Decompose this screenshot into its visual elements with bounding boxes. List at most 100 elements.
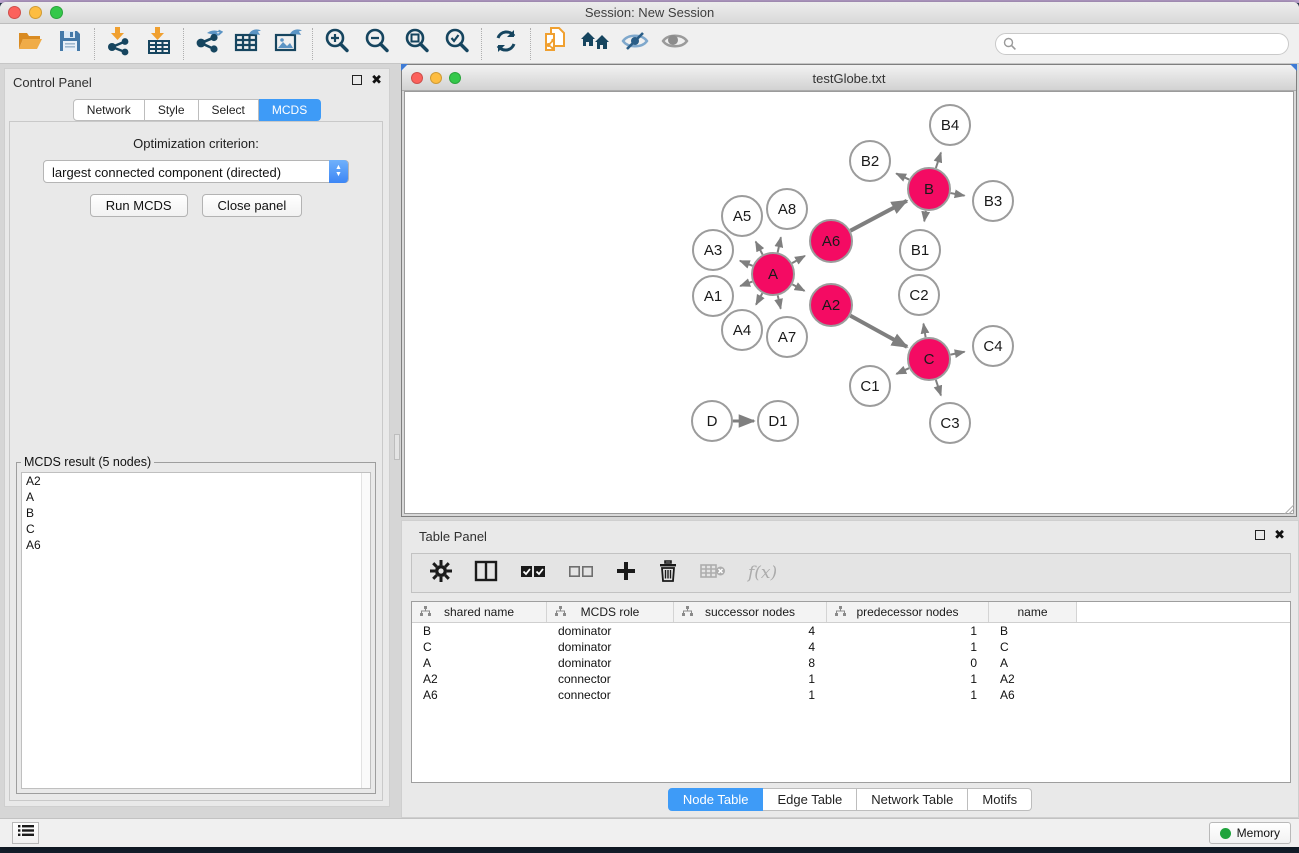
zoom-in-button[interactable]	[317, 28, 357, 60]
graph-node-A7[interactable]: A7	[767, 317, 807, 357]
graph-node-C1[interactable]: C1	[850, 366, 890, 406]
graph-node-D[interactable]: D	[692, 401, 732, 441]
tab-network[interactable]: Network	[73, 99, 145, 121]
graph-edge[interactable]	[896, 368, 909, 374]
memory-button[interactable]: Memory	[1209, 822, 1291, 844]
criterion-dropdown[interactable]: largest connected component (directed) ▲…	[43, 160, 349, 183]
graph-edge[interactable]	[756, 293, 762, 304]
deselect-all-columns-button[interactable]	[568, 559, 594, 587]
column-header-name[interactable]: name	[989, 602, 1077, 622]
tab-mcds[interactable]: MCDS	[259, 99, 321, 121]
table-row[interactable]: C dominator 4 1 C	[412, 639, 1290, 655]
graph-node-A[interactable]: A	[752, 253, 794, 295]
delete-table-button[interactable]	[700, 559, 726, 587]
graph-edge[interactable]	[778, 237, 781, 252]
graph-edge[interactable]	[740, 261, 753, 266]
float-panel-icon[interactable]	[352, 75, 362, 85]
function-builder-button[interactable]: f(x)	[748, 559, 777, 587]
graph-node-A2[interactable]: A2	[810, 284, 852, 326]
list-item[interactable]: A	[22, 489, 370, 505]
export-network-button[interactable]	[188, 28, 228, 60]
open-session-button[interactable]	[10, 28, 50, 60]
close-panel-icon[interactable]: ✖	[371, 74, 382, 86]
graph-edge[interactable]	[951, 193, 965, 196]
graph-edge[interactable]	[951, 352, 965, 355]
show-panel-button[interactable]	[655, 28, 695, 60]
scrollbar[interactable]	[361, 473, 370, 788]
zoom-out-button[interactable]	[357, 28, 397, 60]
toggle-column-panel-button[interactable]	[474, 559, 498, 587]
list-item[interactable]: A2	[22, 473, 370, 489]
list-item[interactable]: C	[22, 521, 370, 537]
table-row[interactable]: A6 connector 1 1 A6	[412, 687, 1290, 703]
graph-edge[interactable]	[936, 153, 941, 169]
mcds-result-list[interactable]: A2 A B C A6	[21, 472, 371, 789]
resize-grip[interactable]	[1280, 500, 1294, 514]
table-settings-button[interactable]	[430, 559, 452, 587]
import-table-button[interactable]	[139, 28, 179, 60]
table-row[interactable]: A2 connector 1 1 A2	[412, 671, 1290, 687]
graph-node-A6[interactable]: A6	[810, 220, 852, 262]
tab-select[interactable]: Select	[199, 99, 259, 121]
graph-node-A3[interactable]: A3	[693, 230, 733, 270]
graph-edge[interactable]	[756, 242, 763, 255]
graph-node-C4[interactable]: C4	[973, 326, 1013, 366]
graph-node-C2[interactable]: C2	[899, 275, 939, 315]
zoom-fit-button[interactable]	[397, 28, 437, 60]
float-panel-icon[interactable]	[1255, 530, 1265, 540]
column-header-shared-name[interactable]: shared name	[412, 602, 547, 622]
home-layout-button[interactable]	[575, 28, 615, 60]
graph-node-C3[interactable]: C3	[930, 403, 970, 443]
graph-edge[interactable]	[896, 173, 909, 179]
graph-edge[interactable]	[850, 201, 906, 231]
tab-node-table[interactable]: Node Table	[668, 788, 764, 811]
save-session-button[interactable]	[50, 28, 90, 60]
graph-node-B[interactable]: B	[908, 168, 950, 210]
graph-node-B3[interactable]: B3	[973, 181, 1013, 221]
select-all-columns-button[interactable]	[520, 559, 546, 587]
table-row[interactable]: A dominator 8 0 A	[412, 655, 1290, 671]
list-item[interactable]: B	[22, 505, 370, 521]
export-table-button[interactable]	[228, 28, 268, 60]
graph-edge[interactable]	[923, 324, 925, 338]
tab-network-table[interactable]: Network Table	[857, 788, 968, 811]
panel-splitter[interactable]	[394, 434, 400, 460]
tab-edge-table[interactable]: Edge Table	[763, 788, 857, 811]
close-panel-button[interactable]: Close panel	[202, 194, 303, 217]
zoom-selected-button[interactable]	[437, 28, 477, 60]
create-column-button[interactable]	[616, 559, 636, 587]
node-table[interactable]: shared name MCDS role successor nodes pr…	[411, 601, 1291, 783]
network-canvas[interactable]: B4B2BB3A5A8A6A3B1AA1C2A2A4A7C4CC1C3DD1	[404, 91, 1294, 514]
task-history-button[interactable]	[12, 822, 39, 844]
graph-node-A5[interactable]: A5	[722, 196, 762, 236]
tab-motifs[interactable]: Motifs	[968, 788, 1032, 811]
export-image-button[interactable]	[268, 28, 308, 60]
graph-node-A4[interactable]: A4	[722, 310, 762, 350]
graph-node-C[interactable]: C	[908, 338, 950, 380]
graph-node-A1[interactable]: A1	[693, 276, 733, 316]
list-item[interactable]: A6	[22, 537, 370, 553]
titlebar[interactable]: Session: New Session	[0, 2, 1299, 24]
graph-node-B2[interactable]: B2	[850, 141, 890, 181]
graph-node-B1[interactable]: B1	[900, 230, 940, 270]
table-row[interactable]: B dominator 4 1 B	[412, 623, 1290, 639]
hide-panels-button[interactable]	[615, 28, 655, 60]
graph-node-B4[interactable]: B4	[930, 105, 970, 145]
column-header-mcds-role[interactable]: MCDS role	[547, 602, 674, 622]
refresh-button[interactable]	[486, 28, 526, 60]
network-window-titlebar[interactable]: testGlobe.txt	[402, 65, 1296, 91]
new-network-from-selection-button[interactable]	[535, 28, 575, 60]
column-header-successor-nodes[interactable]: successor nodes	[674, 602, 827, 622]
graph-edge[interactable]	[740, 282, 752, 286]
graph-node-A8[interactable]: A8	[767, 189, 807, 229]
graph-edge[interactable]	[850, 316, 907, 347]
run-mcds-button[interactable]: Run MCDS	[90, 194, 188, 217]
column-header-predecessor-nodes[interactable]: predecessor nodes	[827, 602, 989, 622]
close-panel-icon[interactable]: ✖	[1274, 529, 1285, 541]
graph-edge[interactable]	[792, 256, 805, 263]
graph-edge[interactable]	[792, 284, 804, 290]
search-input[interactable]	[995, 33, 1289, 55]
import-network-button[interactable]	[99, 28, 139, 60]
tab-style[interactable]: Style	[145, 99, 199, 121]
graph-edge[interactable]	[936, 380, 941, 396]
